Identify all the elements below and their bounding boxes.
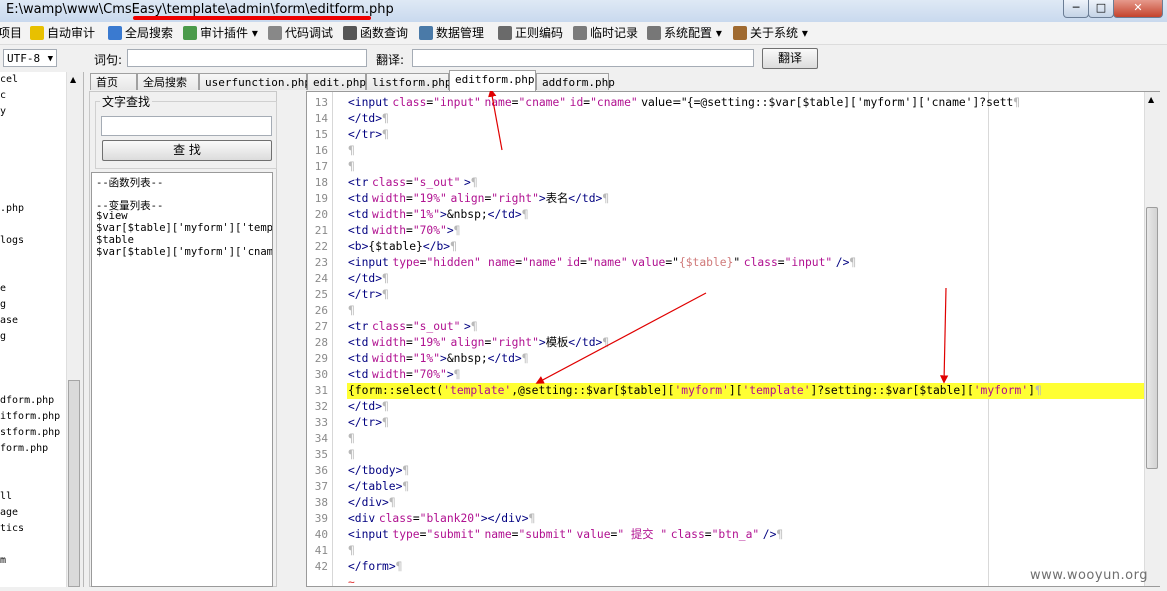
annotation-arrows [488, 88, 949, 384]
arrow-to-setting-var [939, 287, 949, 384]
arrow-to-template-param [535, 292, 707, 384]
tab-active[interactable]: editform.php [449, 70, 536, 91]
watermark: www.wooyun.org [1030, 568, 1149, 583]
arrow-to-tab [488, 88, 503, 151]
